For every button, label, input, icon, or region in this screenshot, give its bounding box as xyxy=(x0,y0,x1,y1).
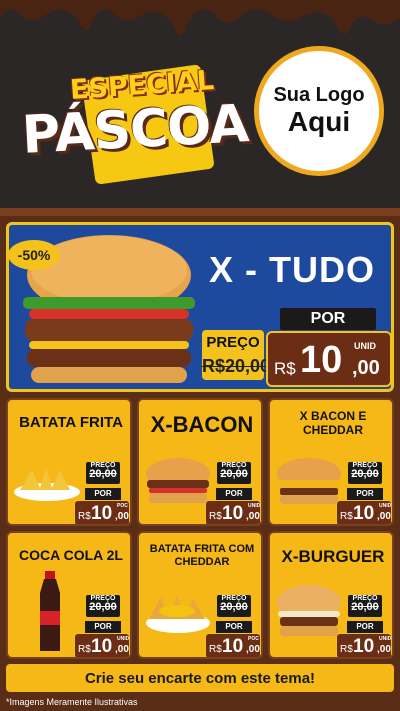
price-integer: 10 xyxy=(222,636,244,657)
old-price: 20,00 xyxy=(89,601,117,613)
fries-cheddar-image-icon xyxy=(146,595,210,633)
especial-pascoa-badge: ESPECIAL PÁSCOA xyxy=(18,62,250,185)
price-tag: R$ 10 ,00 UNID xyxy=(336,500,392,524)
hero-preco-label: PREÇO xyxy=(206,334,260,351)
product-card-batata-cheddar: BATATA FRITA COM CHEDDAR PREÇO 20,00 POR … xyxy=(137,531,263,659)
product-title: X-BACON xyxy=(150,412,254,437)
hero-por-label: POR xyxy=(280,308,376,330)
logo-placeholder: Sua Logo Aqui xyxy=(254,46,384,176)
burger-image-icon xyxy=(277,458,341,504)
product-card-x-burguer: X-BURGUER PREÇO 20,00 POR R$ 10 ,00 UNID xyxy=(268,531,394,659)
hero-price-integer: 10 xyxy=(300,339,343,381)
price-integer: 10 xyxy=(353,503,375,524)
old-price: 20,00 xyxy=(351,601,379,613)
price-cents: ,00 xyxy=(246,644,260,655)
product-title: X BACON E CHEDDAR xyxy=(299,409,367,437)
price-cents: ,00 xyxy=(377,511,391,522)
price-tag: R$ 10 ,00 UNID xyxy=(205,500,261,524)
product-card-x-bacon-cheddar: X BACON E CHEDDAR PREÇO 20,00 POR R$ 10 ,… xyxy=(268,398,394,526)
footnote: *Imagens Meramente Ilustrativas xyxy=(6,697,138,707)
product-card-batata-frita: BATATA FRITA PREÇO 20,00 POR R$ 10 ,00 PO… xyxy=(6,398,132,526)
product-card-coca-cola: COCA COLA 2L PREÇO 20,00 POR R$ 10 ,00 UN… xyxy=(6,531,132,659)
old-price: 20,00 xyxy=(89,468,117,480)
old-price-box: PREÇO 20,00 xyxy=(217,595,251,617)
hero-old-price: R$20,00 xyxy=(202,356,271,376)
product-title: BATATA FRITA COM CHEDDAR xyxy=(149,543,255,568)
header: ESPECIAL PÁSCOA Sua Logo Aqui xyxy=(0,0,400,205)
por-label: POR xyxy=(216,488,252,500)
product-card-x-bacon: X-BACON PREÇO 20,00 POR R$ 10 ,00 UNID xyxy=(137,398,263,526)
price-tag: R$ 10 ,00 UNID xyxy=(336,633,392,657)
por-label: POR xyxy=(347,488,383,500)
cta-banner[interactable]: Crie seu encarte com este tema! xyxy=(6,664,394,692)
price-tag: R$ 10 ,00 POC xyxy=(205,633,261,657)
hero-currency: R$ xyxy=(274,359,296,378)
price-integer: 10 xyxy=(91,503,113,524)
badge-pascoa-text: PÁSCOA xyxy=(20,94,250,166)
price-unit: POC xyxy=(248,636,259,642)
price-cents: ,00 xyxy=(115,511,129,522)
por-label: POR xyxy=(85,621,121,633)
old-price-box: PREÇO 20,00 xyxy=(217,462,251,484)
hero-price-unit: UNID xyxy=(354,341,376,351)
burger-image-icon xyxy=(146,458,210,503)
currency: R$ xyxy=(209,511,222,522)
price-unit: UNID xyxy=(248,503,261,509)
por-label: POR xyxy=(216,621,252,633)
price-cents: ,00 xyxy=(115,644,129,655)
burger-image-icon xyxy=(277,585,341,636)
logo-line-1: Sua Logo xyxy=(273,84,365,107)
discount-badge: -50% xyxy=(8,240,60,270)
price-cents: ,00 xyxy=(246,511,260,522)
currency: R$ xyxy=(340,511,353,522)
price-tag: R$ 10 ,00 UNID xyxy=(74,633,130,657)
hero-product-title: X - TUDO xyxy=(209,249,375,290)
price-integer: 10 xyxy=(222,503,244,524)
product-title: BATATA FRITA xyxy=(19,414,123,431)
currency: R$ xyxy=(340,644,353,655)
price-unit: UNID xyxy=(117,636,130,642)
old-price: 20,00 xyxy=(220,468,248,480)
old-price-box: PREÇO 20,00 xyxy=(86,462,120,484)
logo-line-2: Aqui xyxy=(287,106,351,138)
price-integer: 10 xyxy=(91,636,113,657)
price-cents: ,00 xyxy=(377,644,391,655)
hero-price-cents: ,00 xyxy=(352,357,380,379)
price-unit: UNID xyxy=(379,503,392,509)
price-unit: UNID xyxy=(379,636,392,642)
currency: R$ xyxy=(78,644,91,655)
product-title: X-BURGUER xyxy=(281,547,385,566)
por-label: POR xyxy=(85,488,121,500)
old-price-box: PREÇO 20,00 xyxy=(86,595,120,617)
price-tag: R$ 10 ,00 POC xyxy=(74,500,130,524)
currency: R$ xyxy=(209,644,222,655)
fries-image-icon xyxy=(14,468,80,501)
por-label: POR xyxy=(347,621,383,633)
soda-bottle-icon xyxy=(40,571,60,651)
old-price: 20,00 xyxy=(351,468,379,480)
price-unit: POC xyxy=(117,503,128,509)
old-price-box: PREÇO 20,00 xyxy=(348,462,382,484)
product-title: COCA COLA 2L xyxy=(19,547,123,563)
price-integer: 10 xyxy=(353,636,375,657)
old-price: 20,00 xyxy=(220,601,248,613)
hero-old-price-box: PREÇO R$20,00 xyxy=(202,330,271,380)
hero-price-tag: R$ 10 ,00 UNID xyxy=(266,331,392,387)
old-price-box: PREÇO 20,00 xyxy=(348,595,382,617)
currency: R$ xyxy=(78,511,91,522)
